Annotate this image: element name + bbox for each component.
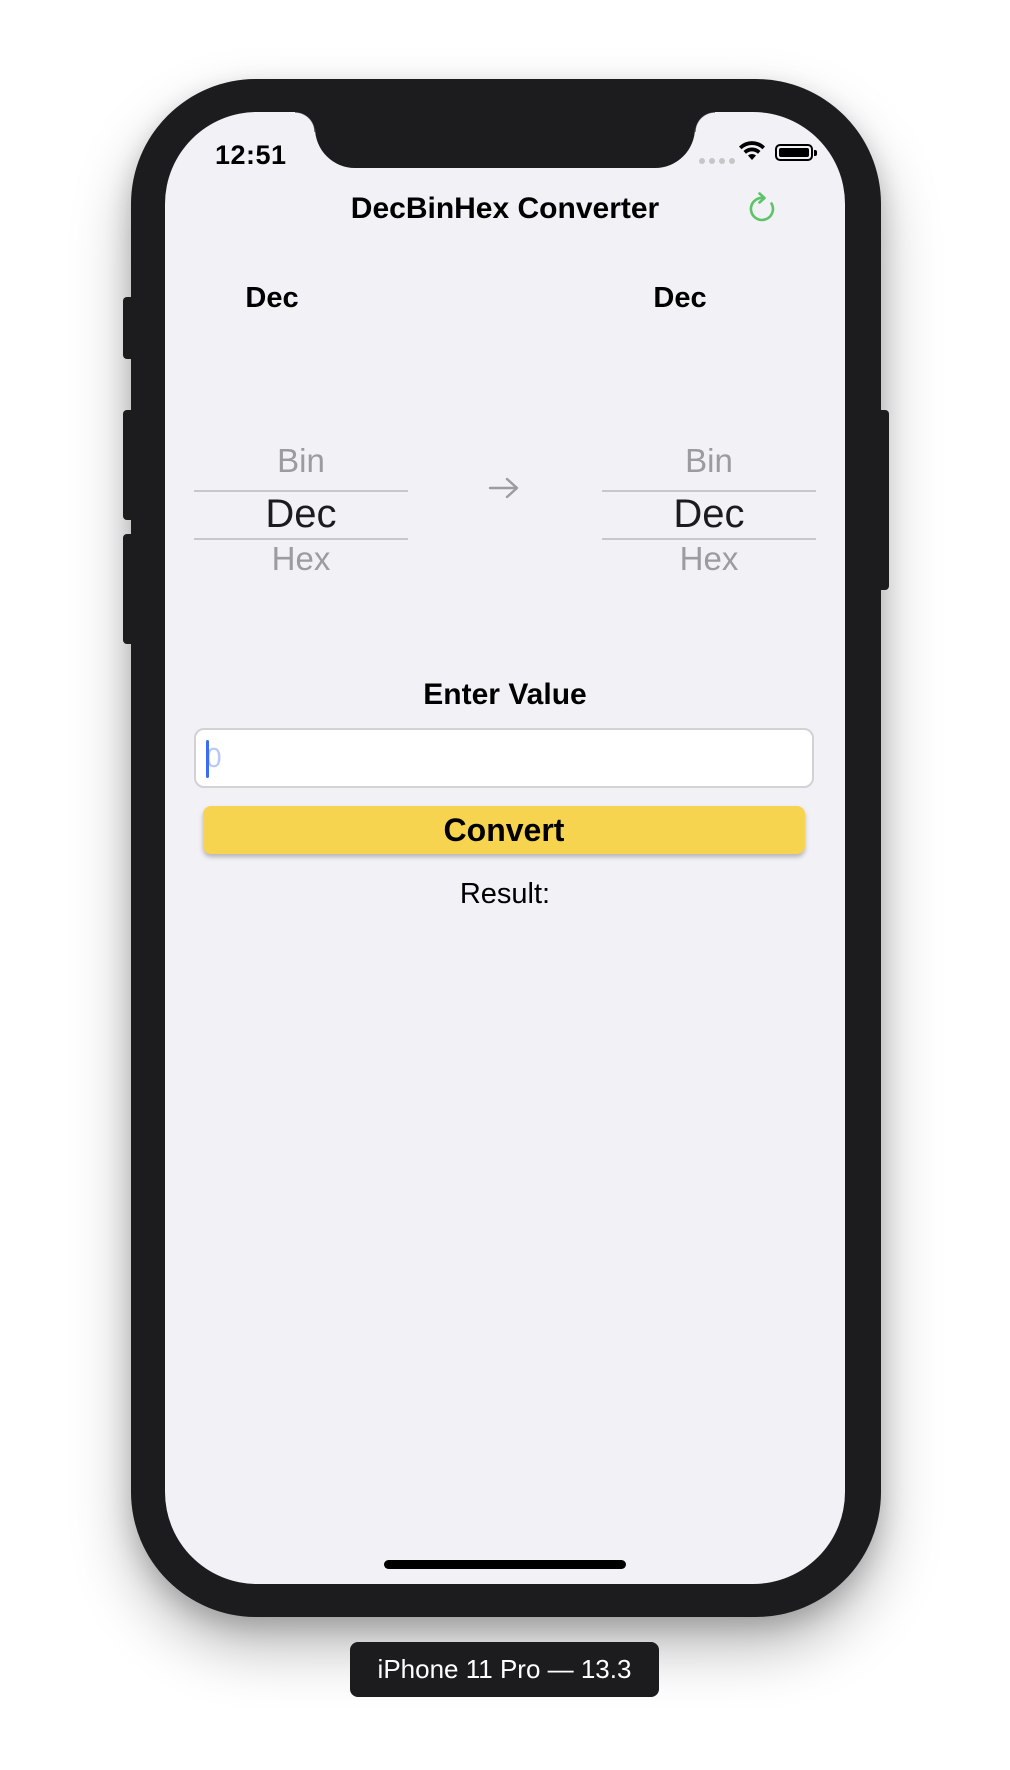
value-input[interactable] <box>194 728 814 788</box>
enter-value-label: Enter Value <box>423 678 587 711</box>
convert-button[interactable]: Convert <box>203 806 805 854</box>
from-base-label: Dec <box>245 282 299 314</box>
refresh-icon[interactable] <box>744 190 782 228</box>
battery-icon <box>775 144 817 161</box>
volume-down-button <box>123 534 135 644</box>
arrow-right-icon <box>488 477 519 499</box>
picker-option-above[interactable]: Bin <box>602 442 816 480</box>
from-base-picker[interactable]: Bin Dec Hex <box>194 442 408 582</box>
picker-option-selected[interactable]: Dec <box>194 492 408 537</box>
to-base-label: Dec <box>653 282 707 314</box>
picker-option-below[interactable]: Hex <box>194 540 408 578</box>
picker-option-above[interactable]: Bin <box>194 442 408 480</box>
status-time: 12:51 <box>215 140 287 170</box>
to-base-picker[interactable]: Bin Dec Hex <box>602 442 816 582</box>
notch <box>295 112 715 168</box>
app-screen: 12:51 DecBinHex Converter Dec Dec Bin De… <box>165 112 845 1584</box>
simulator-device-label: iPhone 11 Pro — 13.3 <box>350 1642 659 1697</box>
text-cursor <box>206 740 209 778</box>
power-button <box>877 410 889 590</box>
volume-up-button <box>123 410 135 520</box>
picker-option-below[interactable]: Hex <box>602 540 816 578</box>
picker-option-selected[interactable]: Dec <box>602 492 816 537</box>
home-indicator <box>384 1560 626 1569</box>
cellular-signal-icon <box>699 158 735 164</box>
nav-title: DecBinHex Converter <box>350 192 660 225</box>
silent-switch <box>123 297 135 359</box>
wifi-icon <box>739 141 765 160</box>
result-label: Result: <box>459 878 551 910</box>
